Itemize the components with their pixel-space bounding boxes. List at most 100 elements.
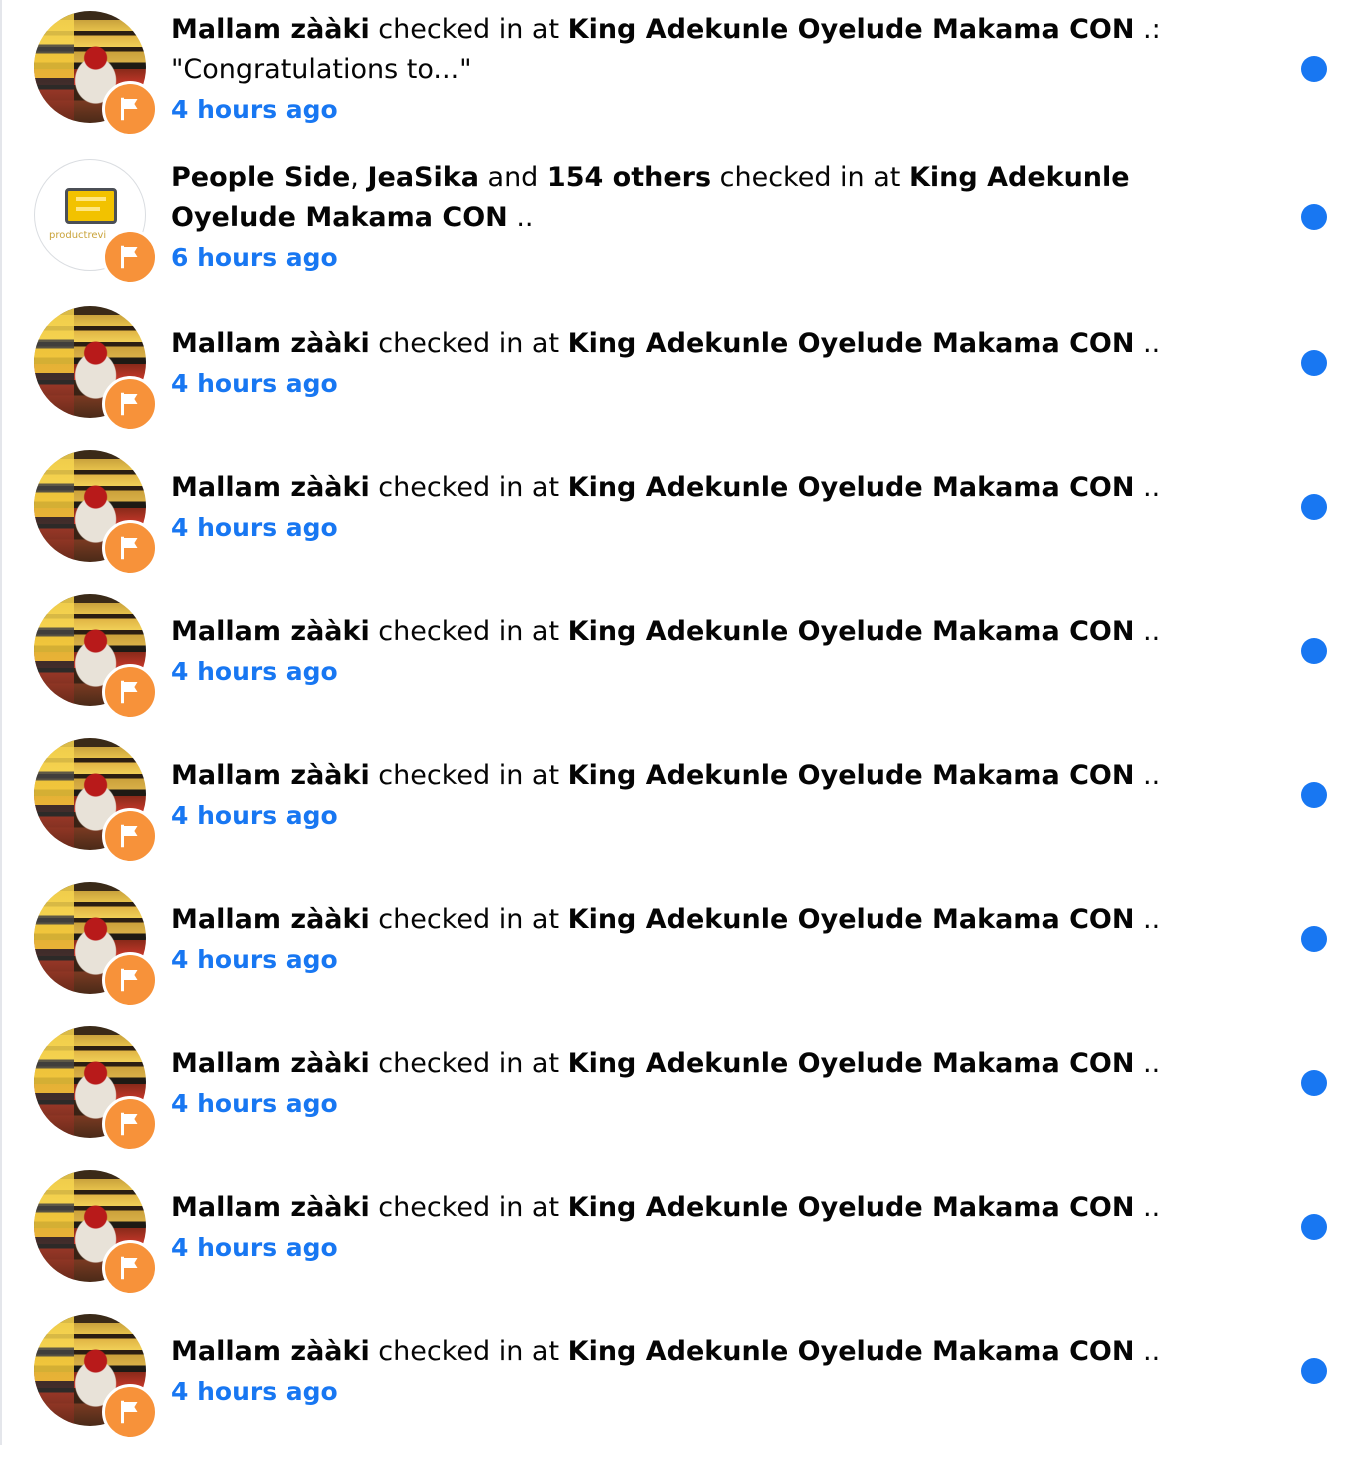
verb-text: checked in at <box>369 1192 568 1223</box>
notification-text: Mallam zààki checked in at King Adekunle… <box>171 756 1191 796</box>
snippet-text: .. <box>1134 760 1161 791</box>
checkin-flag-icon <box>102 1096 158 1152</box>
verb-text: checked in at <box>369 1048 568 1079</box>
unread-dot <box>1301 926 1327 952</box>
place-name: King Adekunle Oyelude Makama CON <box>567 760 1135 791</box>
others-count: 154 others <box>546 162 712 193</box>
notification-item[interactable]: Mallam zààki checked in at King Adekunle… <box>0 450 1362 594</box>
avatar[interactable] <box>34 882 158 1008</box>
notification-item[interactable]: Mallam zààki checked in at King Adekunle… <box>0 1170 1362 1314</box>
separator-text: , <box>350 162 368 193</box>
logo-mark <box>65 188 117 224</box>
timestamp[interactable]: 4 hours ago <box>171 1372 1191 1412</box>
actor-name: Mallam zààki <box>171 1048 370 1079</box>
notification-item[interactable]: Mallam zààki checked in at King Adekunle… <box>0 10 1362 154</box>
notification-item[interactable]: Mallam zààki checked in at King Adekunle… <box>0 882 1362 1026</box>
place-name: King Adekunle Oyelude Makama CON <box>567 1048 1135 1079</box>
notification-content: Mallam zààki checked in at King Adekunle… <box>171 612 1191 692</box>
unread-dot <box>1301 56 1327 82</box>
unread-dot <box>1301 494 1327 520</box>
notification-content: People Side, JeaSika and 154 others chec… <box>171 158 1191 278</box>
notification-item[interactable]: productrevi People Side, JeaSika and 154… <box>0 158 1362 302</box>
timestamp[interactable]: 4 hours ago <box>171 796 1191 836</box>
avatar[interactable]: productrevi <box>34 159 158 285</box>
notification-content: Mallam zààki checked in at King Adekunle… <box>171 10 1191 130</box>
actor-name: Mallam zààki <box>171 904 370 935</box>
snippet-text: .. <box>1134 328 1161 359</box>
place-name: King Adekunle Oyelude Makama CON <box>567 1192 1135 1223</box>
timestamp[interactable]: 4 hours ago <box>171 1084 1191 1124</box>
verb-text: checked in at <box>369 1336 568 1367</box>
notification-item[interactable]: Mallam zààki checked in at King Adekunle… <box>0 306 1362 450</box>
unread-dot <box>1301 1214 1327 1240</box>
unread-dot <box>1301 782 1327 808</box>
notification-content: Mallam zààki checked in at King Adekunle… <box>171 468 1191 548</box>
actor-name: People Side <box>171 162 351 193</box>
notification-text: Mallam zààki checked in at King Adekunle… <box>171 468 1191 508</box>
verb-text: checked in at <box>369 904 568 935</box>
snippet-text: .. <box>1134 904 1161 935</box>
timestamp[interactable]: 4 hours ago <box>171 1228 1191 1268</box>
checkin-flag-icon <box>102 376 158 432</box>
verb-text: checked in at <box>711 162 909 193</box>
actor-name: Mallam zààki <box>171 1192 370 1223</box>
place-name: King Adekunle Oyelude Makama CON <box>567 904 1135 935</box>
separator-text: and <box>478 162 547 193</box>
place-name: King Adekunle Oyelude Makama CON <box>567 14 1135 45</box>
notification-content: Mallam zààki checked in at King Adekunle… <box>171 1332 1191 1412</box>
checkin-flag-icon <box>102 664 158 720</box>
checkin-flag-icon <box>102 952 158 1008</box>
verb-text: checked in at <box>369 472 568 503</box>
notification-text: Mallam zààki checked in at King Adekunle… <box>171 324 1191 364</box>
avatar[interactable] <box>34 1170 158 1296</box>
unread-dot <box>1301 1070 1327 1096</box>
checkin-flag-icon <box>102 229 158 285</box>
notification-item[interactable]: Mallam zààki checked in at King Adekunle… <box>0 1026 1362 1170</box>
avatar[interactable] <box>34 1314 158 1440</box>
notification-item[interactable]: Mallam zààki checked in at King Adekunle… <box>0 594 1362 738</box>
actor-name: Mallam zààki <box>171 472 370 503</box>
actor-name: Mallam zààki <box>171 328 370 359</box>
verb-text: checked in at <box>369 760 568 791</box>
notification-content: Mallam zààki checked in at King Adekunle… <box>171 324 1191 404</box>
snippet-text: .. <box>1134 1048 1161 1079</box>
timestamp[interactable]: 4 hours ago <box>171 508 1191 548</box>
avatar[interactable] <box>34 738 158 864</box>
actor-name: Mallam zààki <box>171 1336 370 1367</box>
verb-text: checked in at <box>369 616 568 647</box>
place-name: King Adekunle Oyelude Makama CON <box>567 616 1135 647</box>
actor-name: Mallam zààki <box>171 616 370 647</box>
notification-text: Mallam zààki checked in at King Adekunle… <box>171 1044 1191 1084</box>
actor-name: JeaSika <box>367 162 479 193</box>
place-name: King Adekunle Oyelude Makama CON <box>567 1336 1135 1367</box>
timestamp[interactable]: 6 hours ago <box>171 238 1191 278</box>
notification-item[interactable]: Mallam zààki checked in at King Adekunle… <box>0 1314 1362 1458</box>
checkin-flag-icon <box>102 1384 158 1440</box>
unread-dot <box>1301 204 1327 230</box>
place-name: King Adekunle Oyelude Makama CON <box>567 472 1135 503</box>
snippet-text: .. <box>1134 1336 1161 1367</box>
avatar[interactable] <box>34 306 158 432</box>
notification-item[interactable]: Mallam zààki checked in at King Adekunle… <box>0 738 1362 882</box>
place-name: King Adekunle Oyelude Makama CON <box>567 328 1135 359</box>
timestamp[interactable]: 4 hours ago <box>171 652 1191 692</box>
timestamp[interactable]: 4 hours ago <box>171 90 1191 130</box>
unread-dot <box>1301 638 1327 664</box>
avatar[interactable] <box>34 594 158 720</box>
checkin-flag-icon <box>102 1240 158 1296</box>
actor-name: Mallam zààki <box>171 760 370 791</box>
timestamp[interactable]: 4 hours ago <box>171 364 1191 404</box>
avatar[interactable] <box>34 450 158 576</box>
logo-text: productrevi <box>49 230 107 241</box>
snippet-text: .. <box>1134 1192 1161 1223</box>
verb-text: checked in at <box>369 328 568 359</box>
avatar[interactable] <box>34 11 158 137</box>
notification-content: Mallam zààki checked in at King Adekunle… <box>171 756 1191 836</box>
timestamp[interactable]: 4 hours ago <box>171 940 1191 980</box>
avatar[interactable] <box>34 1026 158 1152</box>
notification-text: People Side, JeaSika and 154 others chec… <box>171 158 1191 238</box>
snippet-text: .. <box>507 202 534 233</box>
notification-content: Mallam zààki checked in at King Adekunle… <box>171 1188 1191 1268</box>
unread-dot <box>1301 350 1327 376</box>
notification-text: Mallam zààki checked in at King Adekunle… <box>171 900 1191 940</box>
